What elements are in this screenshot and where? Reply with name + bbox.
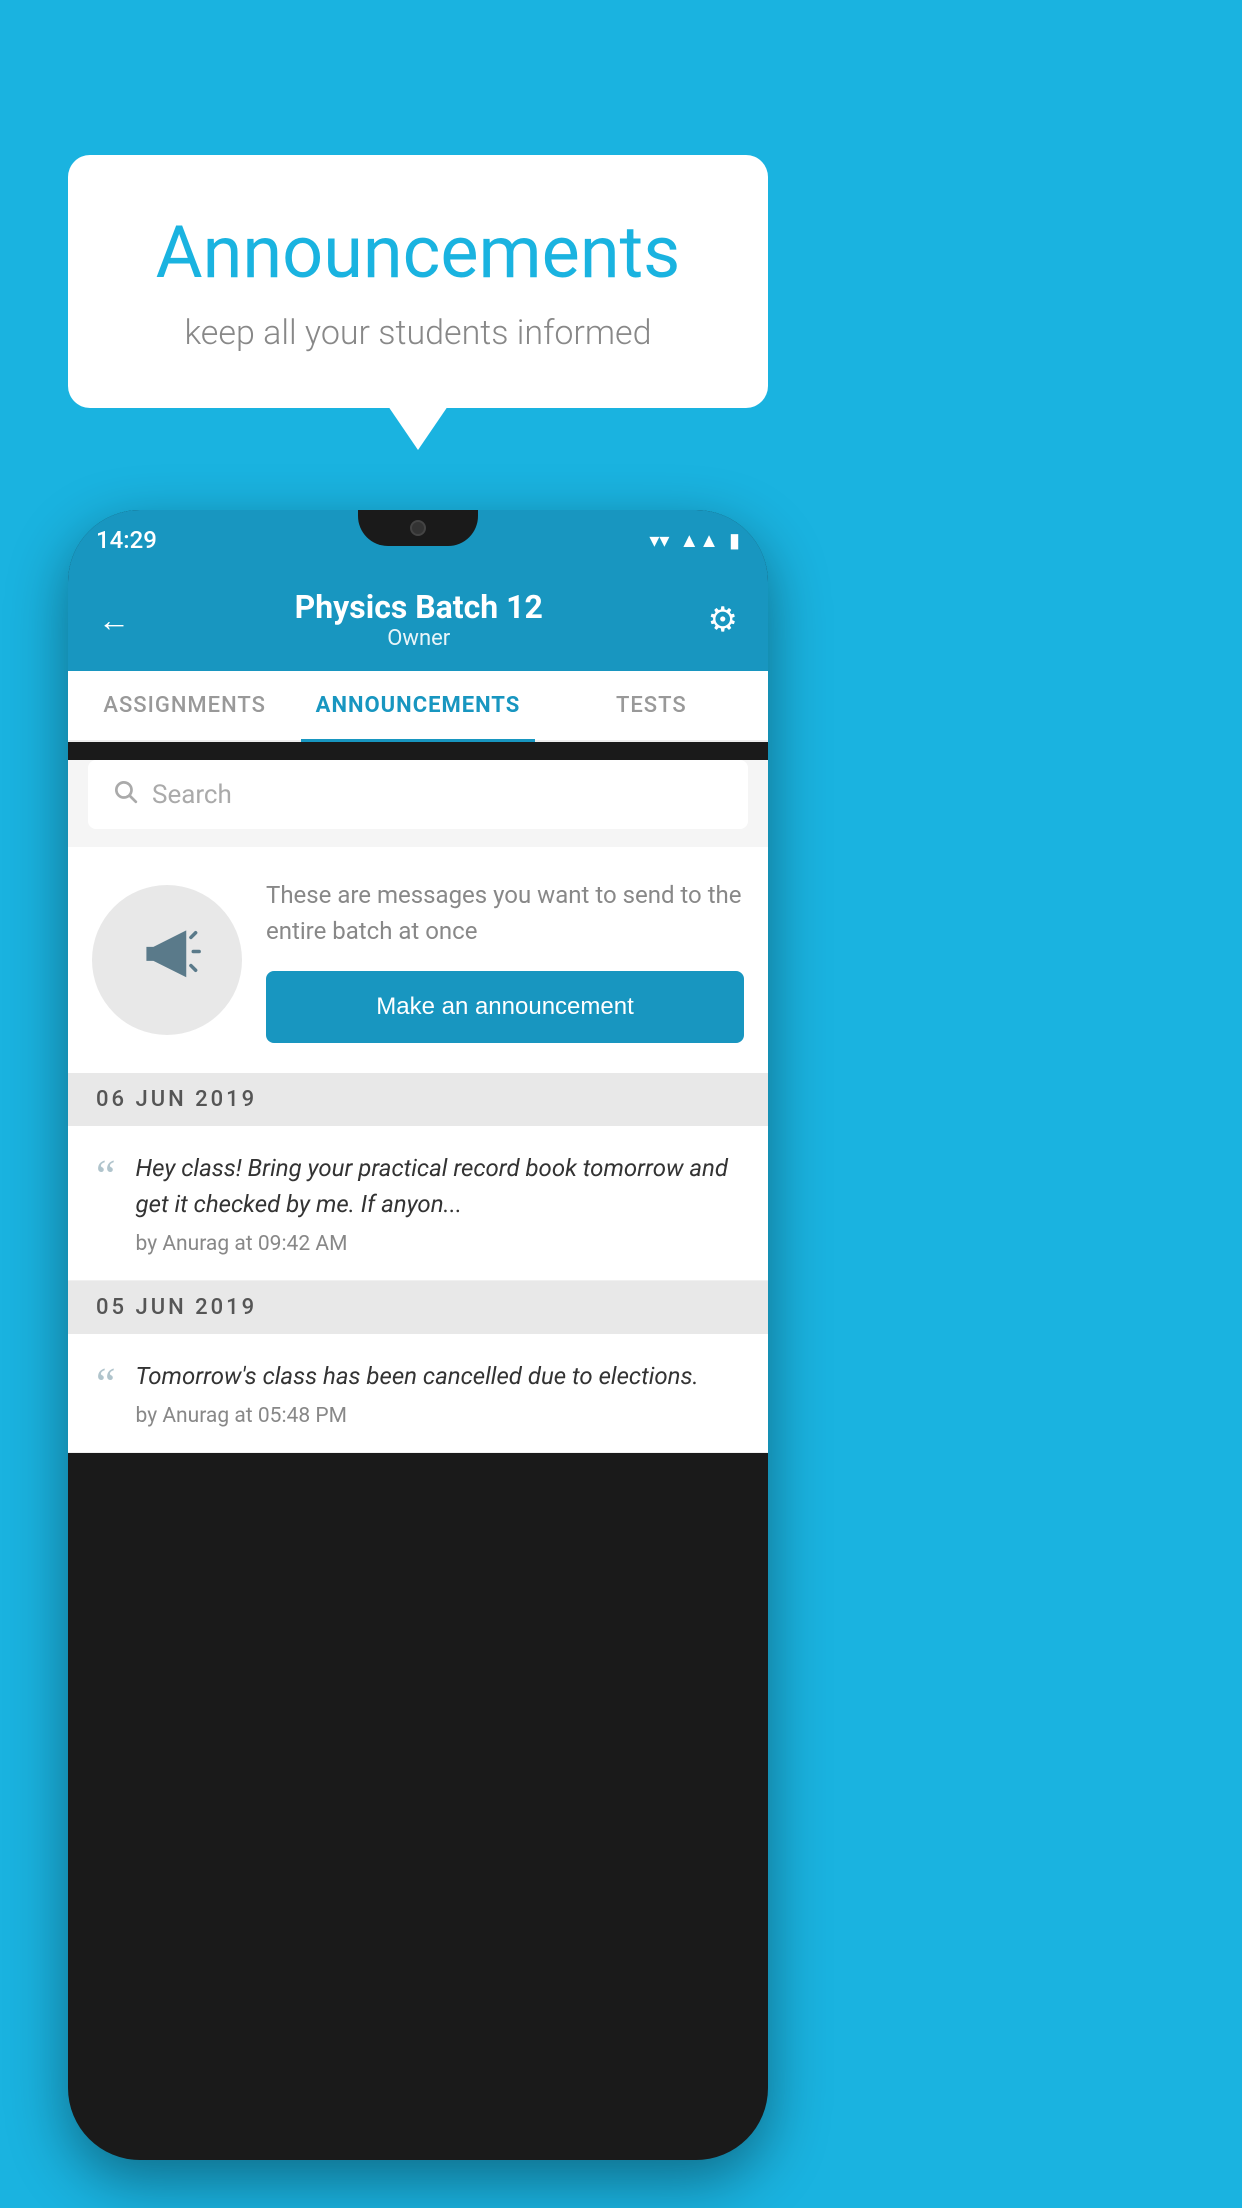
tab-tests[interactable]: TESTS — [535, 671, 768, 740]
speech-bubble-wrapper: Announcements keep all your students inf… — [68, 155, 768, 408]
signal-icon: ▲▲ — [679, 528, 719, 553]
promo-right: These are messages you want to send to t… — [266, 877, 744, 1043]
wifi-icon: ▾▾ — [649, 528, 669, 552]
message-author-1: by Anurag at 09:42 AM — [136, 1232, 740, 1256]
notch — [358, 510, 478, 546]
header-center: Physics Batch 12 Owner — [295, 588, 543, 651]
announcement-icon — [130, 914, 205, 1007]
tab-assignments[interactable]: ASSIGNMENTS — [68, 671, 301, 740]
tabs-container: ASSIGNMENTS ANNOUNCEMENTS TESTS — [68, 671, 768, 742]
promo-icon-circle — [92, 885, 242, 1035]
promo-description: These are messages you want to send to t… — [266, 877, 744, 949]
date-separator-2: 05 JUN 2019 — [68, 1281, 768, 1334]
tab-announcements[interactable]: ANNOUNCEMENTS — [301, 671, 534, 740]
status-time: 14:29 — [96, 526, 157, 554]
search-placeholder: Search — [152, 780, 232, 810]
bubble-title: Announcements — [128, 210, 708, 295]
gear-icon[interactable]: ⚙ — [708, 600, 738, 640]
notch-camera — [410, 520, 426, 536]
message-text-2: Tomorrow's class has been cancelled due … — [136, 1358, 740, 1394]
message-item-2: “ Tomorrow's class has been cancelled du… — [68, 1334, 768, 1453]
status-bar: 14:29 ▾▾ ▲▲ ▮ — [68, 510, 768, 570]
header-subtitle: Owner — [295, 626, 543, 651]
message-content-1: Hey class! Bring your practical record b… — [136, 1150, 740, 1256]
message-item-1: “ Hey class! Bring your practical record… — [68, 1126, 768, 1281]
quote-icon-1: “ — [96, 1154, 116, 1198]
status-icons: ▾▾ ▲▲ ▮ — [649, 528, 740, 553]
message-content-2: Tomorrow's class has been cancelled due … — [136, 1358, 740, 1428]
bubble-subtitle: keep all your students informed — [128, 313, 708, 353]
phone-content: Search These are messages you want to se… — [68, 760, 768, 1453]
message-author-2: by Anurag at 05:48 PM — [136, 1404, 740, 1428]
make-announcement-button[interactable]: Make an announcement — [266, 971, 744, 1043]
speech-bubble: Announcements keep all your students inf… — [68, 155, 768, 408]
back-button[interactable]: ← — [98, 601, 130, 639]
search-icon — [112, 778, 138, 811]
date-separator-1: 06 JUN 2019 — [68, 1073, 768, 1126]
message-text-1: Hey class! Bring your practical record b… — [136, 1150, 740, 1222]
app-header: ← Physics Batch 12 Owner ⚙ — [68, 570, 768, 671]
announcement-promo: These are messages you want to send to t… — [68, 847, 768, 1073]
header-title: Physics Batch 12 — [295, 588, 543, 626]
phone-frame: 14:29 ▾▾ ▲▲ ▮ ← Physics Batch 12 Owner ⚙… — [68, 510, 768, 2160]
quote-icon-2: “ — [96, 1362, 116, 1406]
battery-icon: ▮ — [729, 528, 740, 552]
search-bar[interactable]: Search — [88, 760, 748, 829]
